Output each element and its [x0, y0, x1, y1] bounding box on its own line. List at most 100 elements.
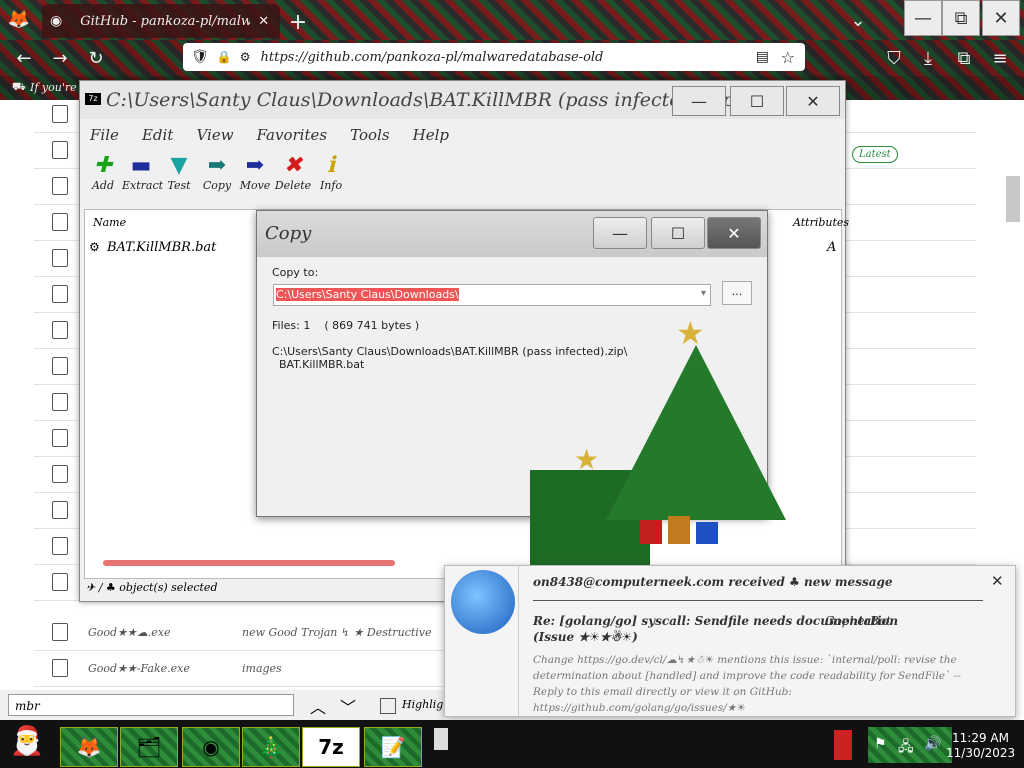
notif-close-icon[interactable]: ✕	[991, 572, 1004, 590]
copy-dialog-title-bar: Copy — ☐ ✕	[257, 211, 767, 257]
tool-test[interactable]: ▼ Test	[160, 153, 198, 192]
dropdown-arrow-icon[interactable]: ▾	[701, 288, 706, 299]
url-text: https://github.com/pankoza-pl/malwaredat…	[260, 49, 604, 65]
delete-icon: ✖	[283, 153, 303, 178]
notif-sender: GopherBot	[825, 614, 891, 628]
bat-file-icon: ⚙	[89, 240, 100, 254]
taskbar-chrome-icon[interactable]: ◉	[182, 727, 240, 767]
start-button-santa-icon[interactable]: 🎅	[6, 724, 48, 766]
extensions-icon[interactable]: ⧉	[952, 46, 976, 70]
volume-icon[interactable]: 🔊	[924, 736, 941, 752]
tab-close-icon[interactable]: ✕	[258, 14, 269, 29]
7zip-minimize-button[interactable]: —	[672, 86, 726, 116]
find-bar-controls: ︿ ﹀ Highlight	[300, 690, 455, 720]
menu-favorites[interactable]: Favorites	[257, 126, 327, 144]
list-item-attributes: A	[827, 240, 837, 255]
tool-label: Info	[319, 179, 343, 192]
taskbar-explorer-icon[interactable]: 🗂	[120, 727, 178, 767]
horizontal-scrollbar[interactable]	[103, 560, 395, 566]
tool-copy[interactable]: ➡ Copy	[198, 153, 236, 192]
tool-delete[interactable]: ✖ Delete	[274, 153, 312, 192]
file-icon	[52, 357, 68, 375]
minus-icon: ▬	[130, 153, 152, 178]
copy-to-label: Copy to:	[272, 266, 319, 279]
back-icon[interactable]: ←	[12, 46, 36, 70]
browser-minimize-button[interactable]: —	[904, 0, 942, 36]
bookmark-star-icon[interactable]: ☆	[781, 48, 795, 67]
menu-tools[interactable]: Tools	[350, 126, 389, 144]
copy-destination-combo[interactable]: C:\Users\Santy Claus\Downloads\ ▾	[273, 284, 711, 306]
dialog-close-button[interactable]: ✕	[707, 217, 761, 249]
find-previous-icon[interactable]: ︿	[310, 694, 326, 718]
new-tab-icon[interactable]: +	[284, 8, 312, 36]
url-bar[interactable]: 🛡 🔒 ⚙ https://github.com/pankoza-pl/malw…	[183, 43, 805, 71]
firefox-icon[interactable]: 🦊	[6, 6, 32, 32]
taskbar-separator	[434, 728, 448, 750]
browse-button[interactable]: ...	[722, 281, 752, 305]
menu-icon[interactable]: ≡	[988, 46, 1012, 70]
thunderbird-notification[interactable]: on8438@computerneek.com received ♣ new m…	[444, 565, 1016, 717]
move-arrow-icon: ➡	[245, 153, 265, 178]
file-name[interactable]: Good★★☁.exe	[88, 626, 242, 639]
file-icon	[52, 177, 68, 195]
pocket-icon[interactable]: ⛉	[882, 46, 906, 70]
clock-date[interactable]: 11/30/2023	[946, 746, 1015, 760]
check-icon: ▼	[170, 153, 188, 178]
page-scrollbar[interactable]	[1006, 176, 1020, 222]
info-icon: ℹ	[326, 153, 336, 178]
file-icon	[52, 659, 68, 677]
tool-label: Copy	[202, 179, 232, 192]
menu-file[interactable]: File	[90, 126, 119, 144]
star-icon: ★	[574, 443, 600, 476]
download-icon[interactable]: ⤓	[916, 46, 940, 70]
browser-restore-button[interactable]: ⧉	[942, 0, 980, 36]
taskbar-notepad-icon[interactable]: 📝	[364, 727, 422, 767]
find-next-icon[interactable]: ﹀	[340, 694, 356, 718]
reload-icon[interactable]: ↻	[84, 46, 108, 70]
reader-icon[interactable]: ▤	[756, 49, 769, 65]
file-icon	[52, 141, 68, 159]
forward-icon[interactable]: →	[48, 46, 72, 70]
file-desc[interactable]: images	[242, 662, 282, 675]
taskbar-flag	[834, 730, 852, 760]
highlight-checkbox[interactable]	[380, 698, 396, 714]
menu-edit[interactable]: Edit	[142, 126, 173, 144]
tool-add[interactable]: ✚ Add	[84, 153, 122, 192]
taskbar-firefox-icon[interactable]: 🦊	[60, 727, 118, 767]
7zip-close-button[interactable]: ✕	[786, 86, 840, 116]
browser-close-button[interactable]: ✕	[982, 0, 1020, 36]
7zip-menu-bar: File Edit View Favorites Tools Help	[90, 125, 467, 144]
column-header-attributes[interactable]: Attributes	[793, 216, 849, 229]
notif-header: on8438@computerneek.com received ♣ new m…	[533, 575, 893, 589]
tab-title: GitHub - pankoza-pl/malwaredatabase	[80, 13, 250, 29]
file-desc[interactable]: new Good Trojan ↯ ★ Destructive	[242, 626, 431, 639]
flag-tray-icon[interactable]: ⚑	[874, 736, 887, 752]
thunderbird-icon	[451, 570, 515, 634]
7zip-title-bar: 7z C:\Users\Santy Claus\Downloads\BAT.Ki…	[80, 81, 845, 119]
plus-icon: ✚	[93, 153, 113, 178]
column-header-name[interactable]: Name	[93, 216, 126, 229]
7zip-maximize-button[interactable]: ☐	[730, 86, 784, 116]
find-input[interactable]: mbr	[8, 694, 294, 716]
file-icon	[52, 501, 68, 519]
github-icon: ◉	[50, 13, 63, 29]
clock-time[interactable]: 11:29 AM	[952, 731, 1009, 745]
tool-move[interactable]: ➡ Move	[236, 153, 274, 192]
7zip-status-text: ✈ / ♣ object(s) selected	[86, 581, 218, 594]
bookmark-icon: ⛟	[12, 80, 26, 93]
tool-info[interactable]: ℹ Info	[312, 153, 350, 192]
menu-help[interactable]: Help	[413, 126, 449, 144]
tool-label: Delete	[274, 179, 312, 192]
tool-extract[interactable]: ▬ Extract	[122, 153, 163, 192]
taskbar-tree-icon[interactable]: 🎄	[242, 727, 300, 767]
file-name[interactable]: Good★★-Fake.exe	[88, 662, 242, 675]
source-path: C:\Users\Santy Claus\Downloads\BAT.KillM…	[272, 345, 628, 358]
network-icon[interactable]: 🖧	[898, 736, 914, 760]
taskbar-7zip-icon[interactable]: 7z	[302, 727, 360, 767]
list-item-name[interactable]: BAT.KillMBR.bat	[107, 240, 216, 255]
dialog-maximize-button[interactable]: ☐	[651, 217, 705, 249]
dialog-minimize-button[interactable]: —	[593, 217, 647, 249]
menu-view[interactable]: View	[196, 126, 233, 144]
chevron-down-icon[interactable]: ⌄	[846, 8, 870, 32]
browser-tab[interactable]: ◉ GitHub - pankoza-pl/malwaredatabase ✕	[42, 4, 280, 38]
